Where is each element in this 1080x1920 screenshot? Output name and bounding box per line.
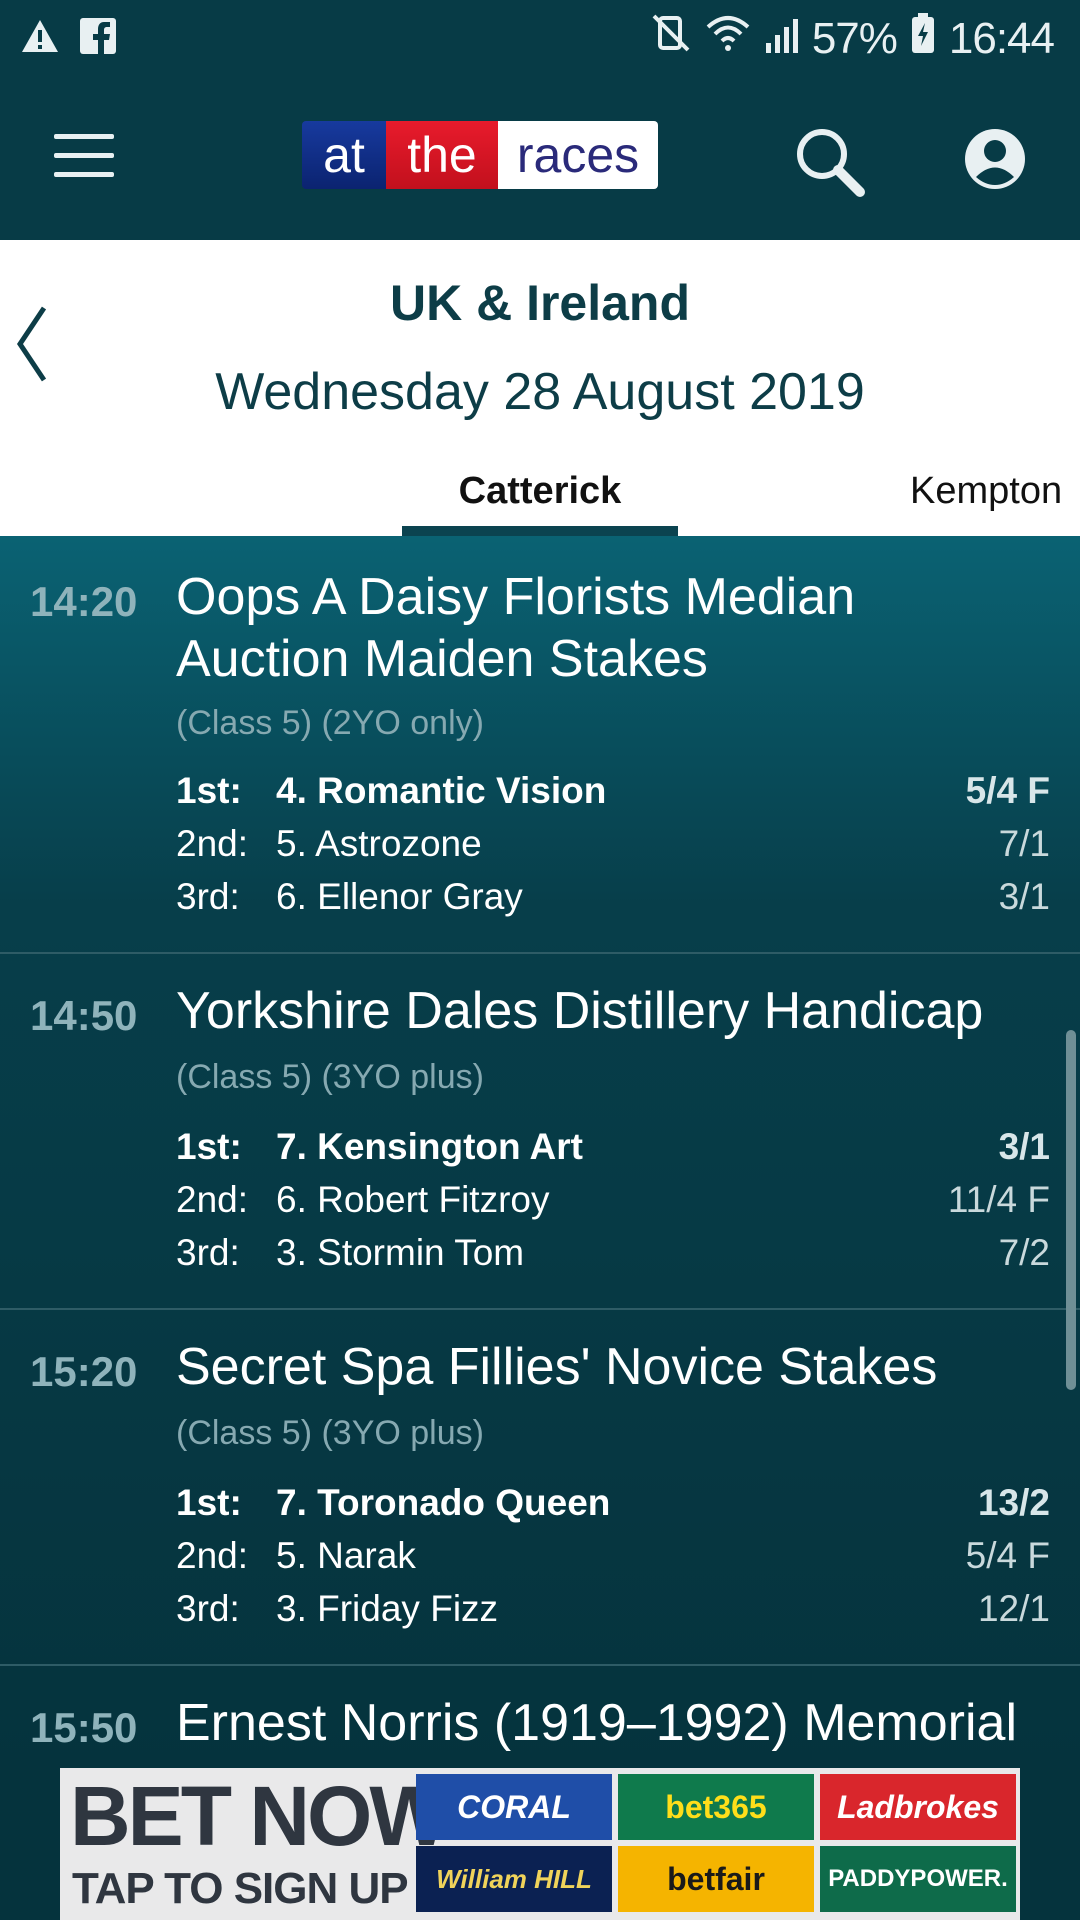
- placing-position: 3rd:: [176, 1588, 240, 1629]
- menu-button[interactable]: [54, 134, 114, 178]
- race-name-line1: Ernest Norris (1919–1992) Memorial: [176, 1694, 1018, 1752]
- placing-position: 3rd:: [176, 1232, 240, 1273]
- at-the-races-logo[interactable]: at the races: [302, 121, 658, 189]
- william-hill-logo[interactable]: William HILL: [416, 1846, 612, 1912]
- horse-name: 3. Friday Fizz: [276, 1588, 499, 1629]
- placing-position: 2nd:: [176, 1179, 249, 1220]
- logo-part-the: the: [386, 121, 498, 189]
- race-item[interactable]: 14:50 Yorkshire Dales Distillery Handica…: [0, 956, 1080, 1310]
- placing-position: 1st:: [176, 1482, 242, 1523]
- placing-3rd: 3rd: 6. Ellenor Gray 3/1: [176, 876, 1050, 926]
- betfair-logo[interactable]: betfair: [618, 1846, 814, 1912]
- horse-name: 5. Narak: [276, 1535, 416, 1576]
- battery-charging-icon: [911, 13, 935, 64]
- facebook-icon: [80, 18, 116, 59]
- horse-name: 7. Kensington Art: [276, 1126, 583, 1167]
- ad-subline: TAP TO SIGN UP: [72, 1864, 409, 1913]
- placing-1st: 1st: 7. Kensington Art 3/1: [176, 1126, 1050, 1176]
- search-button[interactable]: [790, 122, 870, 202]
- starting-price: 5/4 F: [965, 770, 1050, 811]
- starting-price: 13/2: [977, 1482, 1050, 1523]
- wifi-icon: [706, 13, 750, 64]
- placing-position: 1st:: [176, 770, 242, 811]
- race-name-line1: Oops A Daisy Florists Median: [176, 568, 856, 626]
- starting-price: 5/4 F: [965, 1535, 1050, 1576]
- account-icon: [964, 129, 1026, 194]
- race-time: 14:50: [30, 992, 138, 1039]
- race-results-list[interactable]: 14:20 Oops A Daisy Florists Median Aucti…: [0, 536, 1080, 1769]
- paddypower-logo[interactable]: PADDYPOWER.: [820, 1846, 1016, 1912]
- race-name-line1: Secret Spa Fillies' Novice Stakes: [176, 1338, 938, 1396]
- clock: 16:44: [948, 13, 1055, 63]
- race-time: 15:20: [30, 1348, 138, 1395]
- region-title: UK & Ireland: [389, 275, 691, 331]
- tab-kempton[interactable]: Kempton: [910, 470, 1062, 513]
- starting-price: 11/4 F: [947, 1179, 1050, 1220]
- battery-percent: 57%: [811, 13, 898, 63]
- placing-2nd: 2nd: 5. Narak 5/4 F: [176, 1535, 1050, 1585]
- logo-part-races: races: [498, 121, 658, 189]
- logo-part-at: at: [302, 121, 386, 189]
- bet365-logo[interactable]: bet365: [618, 1774, 814, 1840]
- bet-now-ad-banner[interactable]: BET NOW TAP TO SIGN UP CORAL bet365 Ladb…: [60, 1768, 1020, 1920]
- horse-name: 3. Stormin Tom: [276, 1232, 525, 1273]
- race-time: 14:20: [30, 578, 138, 625]
- race-time: 15:50: [30, 1704, 138, 1751]
- starting-price: 7/2: [998, 1232, 1050, 1273]
- race-item[interactable]: 15:50 Ernest Norris (1919–1992) Memorial: [0, 1668, 1080, 1769]
- menu-icon: [54, 134, 114, 177]
- ad-headline: BET NOW: [70, 1769, 449, 1863]
- coral-logo[interactable]: CORAL: [416, 1774, 612, 1840]
- meeting-header: UK & Ireland Wednesday 28 August 2019 Ca…: [0, 240, 1080, 536]
- race-class: (Class 5) (2YO only): [176, 704, 484, 742]
- horse-name: 6. Ellenor Gray: [276, 876, 523, 917]
- active-tab-indicator: [402, 526, 678, 536]
- race-name-line2: Auction Maiden Stakes: [176, 630, 708, 688]
- starting-price: 7/1: [998, 823, 1050, 864]
- starting-price: 12/1: [977, 1588, 1050, 1629]
- placing-2nd: 2nd: 6. Robert Fitzroy 11/4 F: [176, 1179, 1050, 1229]
- horse-name: 7. Toronado Queen: [276, 1482, 611, 1523]
- signal-icon: [764, 14, 798, 64]
- placing-3rd: 3rd: 3. Stormin Tom 7/2: [176, 1232, 1050, 1282]
- placing-1st: 1st: 4. Romantic Vision 5/4 F: [176, 770, 1050, 820]
- horse-name: 5. Astrozone: [276, 823, 482, 864]
- scrollbar[interactable]: [1066, 1030, 1076, 1390]
- placing-position: 3rd:: [176, 876, 240, 917]
- placing-3rd: 3rd: 3. Friday Fizz 12/1: [176, 1588, 1050, 1638]
- account-button[interactable]: [964, 128, 1026, 190]
- search-icon: [790, 129, 870, 206]
- meeting-date: Wednesday 28 August 2019: [215, 363, 865, 421]
- placing-position: 1st:: [176, 1126, 242, 1167]
- tab-catterick[interactable]: Catterick: [402, 470, 678, 513]
- warning-icon: [20, 18, 60, 59]
- status-bar: 57% 16:44: [0, 0, 1080, 78]
- race-item[interactable]: 14:20 Oops A Daisy Florists Median Aucti…: [0, 536, 1080, 954]
- starting-price: 3/1: [998, 1126, 1050, 1167]
- mute-icon: [650, 12, 692, 65]
- horse-name: 4. Romantic Vision: [276, 770, 607, 811]
- starting-price: 3/1: [998, 876, 1050, 917]
- placing-1st: 1st: 7. Toronado Queen 13/2: [176, 1482, 1050, 1532]
- race-item[interactable]: 15:20 Secret Spa Fillies' Novice Stakes …: [0, 1312, 1080, 1666]
- race-class: (Class 5) (3YO plus): [176, 1058, 484, 1096]
- placing-position: 2nd:: [176, 823, 249, 864]
- app-bar: at the races: [0, 78, 1080, 240]
- race-class: (Class 5) (3YO plus): [176, 1414, 484, 1452]
- placing-2nd: 2nd: 5. Astrozone 7/1: [176, 823, 1050, 873]
- placing-position: 2nd:: [176, 1535, 249, 1576]
- ladbrokes-logo[interactable]: Ladbrokes: [820, 1774, 1016, 1840]
- race-name-line1: Yorkshire Dales Distillery Handicap: [176, 982, 984, 1040]
- horse-name: 6. Robert Fitzroy: [276, 1179, 550, 1220]
